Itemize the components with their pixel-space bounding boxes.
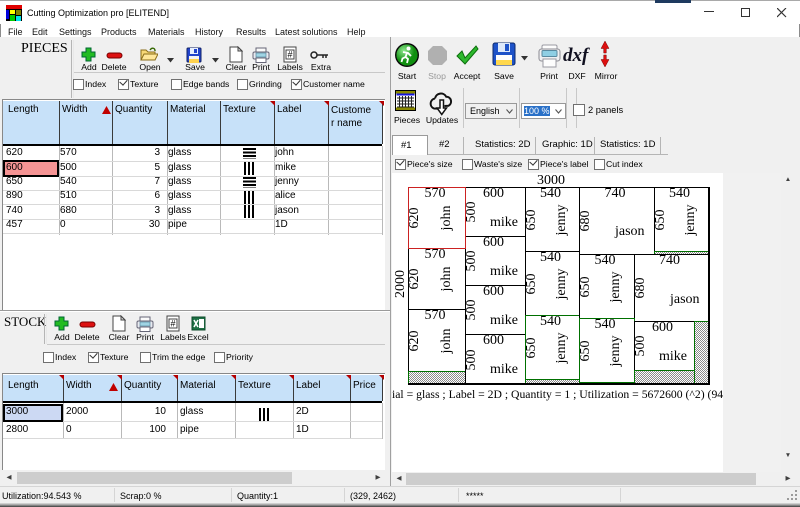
- svg-text:#: #: [170, 319, 175, 329]
- svg-text:#: #: [287, 50, 292, 60]
